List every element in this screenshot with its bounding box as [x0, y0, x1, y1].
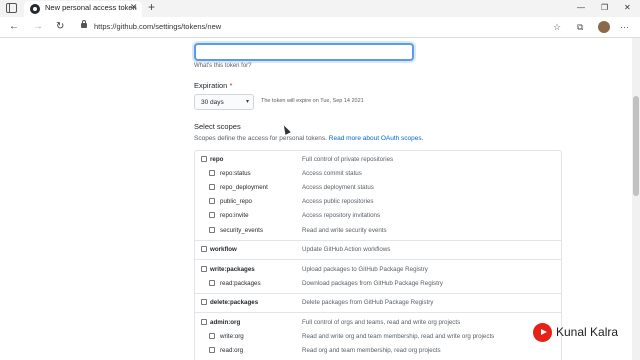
refresh-button[interactable]: ↻: [56, 20, 64, 33]
scope-name[interactable]: workflow: [210, 246, 237, 253]
page-scrollbar[interactable]: [632, 38, 640, 360]
scopes-description-text: Scopes define the access for personal to…: [194, 135, 327, 142]
expiration-label: Expiration *: [194, 81, 232, 90]
profile-avatar[interactable]: [598, 21, 610, 33]
sub-scope-row[interactable]: security_events Read and write security e…: [195, 224, 563, 238]
scope-description: Read and write security events: [302, 226, 387, 234]
tab-actions-icon[interactable]: [6, 3, 17, 13]
scope-checkbox[interactable]: [209, 332, 215, 339]
scope-description: Full control of private repositories: [302, 156, 394, 163]
tab-close-icon[interactable]: ✕: [130, 2, 138, 13]
scope-name[interactable]: repo_deployment: [220, 184, 268, 191]
scope-description: Download packages from GitHub Package Re…: [302, 279, 444, 287]
oauth-scopes-link[interactable]: Read more about OAuth scopes.: [329, 135, 424, 142]
scope-name[interactable]: repo: [210, 156, 223, 163]
required-mark: *: [229, 81, 233, 90]
scope-description: Update GitHub Action workflows: [302, 246, 391, 253]
browser-tab[interactable]: New personal access token ✕: [24, 1, 142, 17]
maximize-button[interactable]: ❐: [601, 1, 608, 15]
tab-title: New personal access token: [45, 3, 137, 12]
youtube-logo-icon: [533, 323, 552, 342]
scope-checkbox[interactable]: [209, 170, 215, 177]
scope-checkbox[interactable]: [201, 265, 207, 272]
note-hint: What's this token for?: [194, 63, 252, 69]
sub-scope-row[interactable]: repo:status Access commit status: [195, 167, 563, 181]
url-field[interactable]: https://github.com/settings/tokens/new: [94, 22, 221, 31]
expiration-note: The token will expire on Tue, Sep 14 202…: [261, 98, 364, 104]
scope-name[interactable]: public_repo: [220, 198, 252, 205]
scope-name[interactable]: repo:status: [220, 170, 251, 177]
close-window-button[interactable]: ✕: [624, 1, 631, 15]
favorites-icon[interactable]: ☆: [553, 21, 561, 33]
chevron-down-icon: ▾: [246, 99, 250, 105]
expiration-label-text: Expiration: [194, 81, 228, 90]
scope-checkbox[interactable]: [201, 246, 207, 252]
scrollbar-thumb[interactable]: [633, 96, 639, 196]
forward-button[interactable]: →: [33, 20, 43, 33]
expiration-selected-value: 30 days: [201, 99, 224, 106]
page-content: What's this token for? Expiration * 30 d…: [0, 38, 632, 360]
scope-row[interactable]: workflow Update GitHub Action workflows: [195, 243, 563, 257]
scope-name[interactable]: security_events: [220, 227, 263, 234]
sub-scope-row[interactable]: public_repo Access public repositories: [195, 195, 563, 209]
sub-scope-row[interactable]: read:org Read org and team membership, re…: [195, 344, 563, 358]
scope-description: Access repository invitations: [302, 212, 381, 220]
lock-icon[interactable]: [81, 20, 87, 28]
scope-description: Upload packages to GitHub Package Regist…: [302, 265, 428, 273]
scope-checkbox[interactable]: [209, 226, 215, 233]
collections-icon[interactable]: ⧉: [577, 21, 583, 33]
scope-divider: [195, 259, 561, 261]
scope-divider: [195, 292, 561, 294]
scope-checkbox[interactable]: [201, 156, 207, 162]
scope-name[interactable]: write:org: [220, 333, 244, 340]
sub-scope-row[interactable]: read:packages Download packages from GitH…: [195, 277, 563, 291]
scope-checkbox[interactable]: [201, 299, 207, 306]
scope-row[interactable]: delete:packages Delete packages from GitH…: [195, 296, 563, 310]
address-bar: ← → ↻ https://github.com/settings/tokens…: [0, 17, 640, 38]
scope-row[interactable]: repo Full control of private repositories: [195, 153, 563, 167]
scope-name[interactable]: read:org: [220, 347, 243, 354]
scope-checkbox[interactable]: [209, 346, 215, 353]
scope-description: Full control of orgs and teams, read and…: [302, 318, 461, 326]
tab-bar: New personal access token ✕ + — ❐ ✕: [0, 0, 640, 17]
mouse-cursor-icon: [281, 124, 291, 135]
scopes-list: repo Full control of private repositories…: [194, 150, 562, 360]
scopes-description: Scopes define the access for personal to…: [194, 135, 423, 142]
sub-scope-row[interactable]: write:org Read and write org and team mem…: [195, 330, 563, 344]
scope-description: Access deployment status: [302, 184, 374, 192]
scope-checkbox[interactable]: [209, 184, 215, 191]
scope-name[interactable]: repo:invite: [220, 212, 249, 219]
scope-checkbox[interactable]: [209, 198, 215, 205]
sub-scope-row[interactable]: repo_deployment Access deployment status: [195, 181, 563, 195]
scope-name[interactable]: delete:packages: [210, 299, 258, 306]
scope-checkbox[interactable]: [209, 279, 215, 286]
minimize-button[interactable]: —: [577, 1, 585, 15]
scope-checkbox[interactable]: [209, 212, 215, 219]
scope-divider: [195, 312, 561, 314]
sub-scope-row[interactable]: repo:invite Access repository invitations: [195, 209, 563, 223]
channel-watermark: Kunal Kalra: [533, 323, 633, 343]
back-button[interactable]: ←: [9, 20, 19, 33]
scope-description: Read and write org and team membership, …: [302, 332, 495, 340]
scope-description: Access commit status: [302, 170, 362, 178]
scope-description: Access public repositories: [302, 198, 374, 206]
scope-description: Read org and team membership, read org p…: [302, 346, 441, 354]
scope-row[interactable]: write:packages Upload packages to GitHub …: [195, 263, 563, 277]
scope-row[interactable]: admin:org Full control of orgs and teams,…: [195, 316, 563, 330]
scope-divider: [195, 239, 561, 241]
scope-name[interactable]: admin:org: [210, 319, 240, 326]
scope-name[interactable]: write:packages: [210, 266, 255, 273]
watermark-text: Kunal Kalra: [556, 325, 619, 339]
scopes-title: Select scopes: [194, 122, 241, 131]
scope-description: Delete packages from GitHub Package Regi…: [302, 299, 434, 307]
menu-icon[interactable]: ⋯: [620, 21, 629, 33]
expiration-select[interactable]: 30 days ▾: [194, 94, 254, 110]
github-favicon-icon: [30, 4, 40, 14]
scope-checkbox[interactable]: [201, 318, 207, 325]
new-tab-button[interactable]: +: [148, 0, 155, 15]
note-input[interactable]: [194, 43, 414, 61]
scope-name[interactable]: read:packages: [220, 280, 261, 287]
